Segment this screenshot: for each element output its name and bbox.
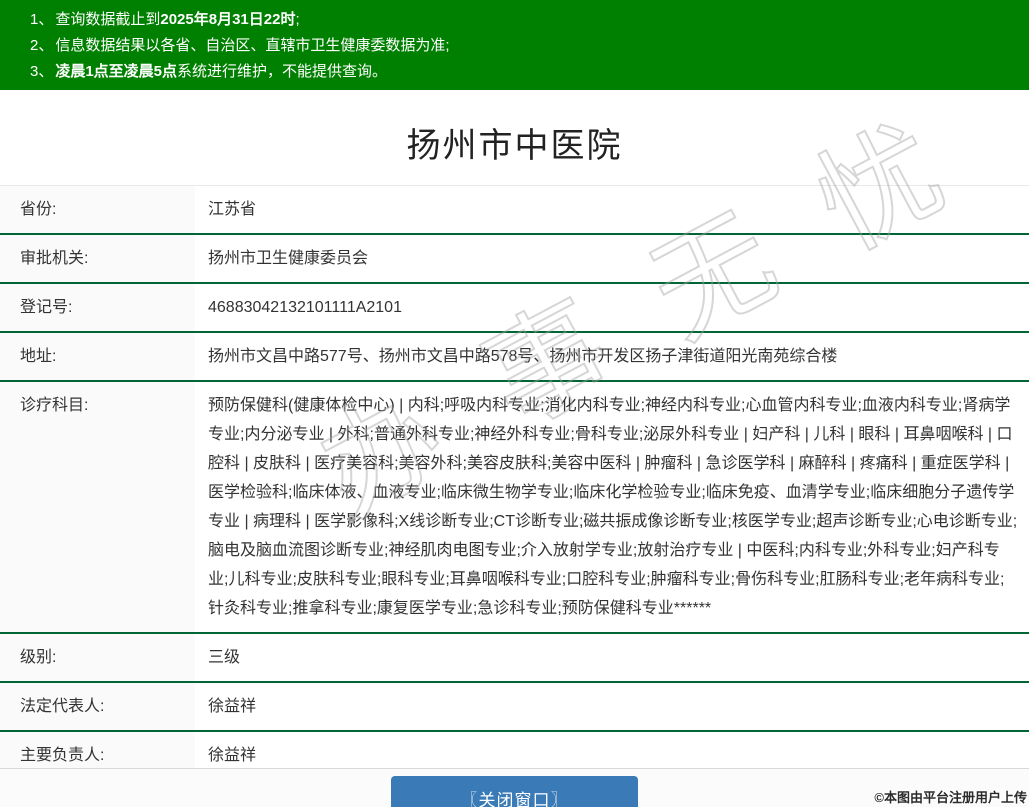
notice-number: 3、 bbox=[30, 63, 53, 80]
close-window-button[interactable]: 〖关闭窗口〗 bbox=[391, 776, 638, 807]
row-value: 46883042132101111A2101 bbox=[195, 284, 1029, 331]
table-row-address: 地址: 扬州市文昌中路577号、扬州市文昌中路578号、扬州市开发区扬子津街道阳… bbox=[0, 333, 1029, 382]
notice-number: 1、 bbox=[30, 11, 53, 28]
row-value: 三级 bbox=[195, 634, 1029, 681]
row-label: 级别: bbox=[0, 634, 195, 681]
notice-line-2: 2、信息数据结果以各省、自治区、直辖市卫生健康委数据为准; bbox=[30, 33, 1019, 59]
row-label: 法定代表人: bbox=[0, 683, 195, 730]
notice-text-post: ; bbox=[295, 11, 299, 28]
table-row-registration-number: 登记号: 46883042132101111A2101 bbox=[0, 284, 1029, 333]
hospital-title: 扬州市中医院 bbox=[0, 123, 1029, 169]
notice-line-3: 3、凌晨1点至凌晨5点系统进行维护，不能提供查询。 bbox=[30, 59, 1019, 85]
notice-text: 查询数据截止到 bbox=[55, 11, 160, 28]
row-label: 省份: bbox=[0, 186, 195, 233]
row-value: 徐益祥 bbox=[195, 683, 1029, 730]
row-value: 扬州市卫生健康委员会 bbox=[195, 235, 1029, 282]
notice-text: 信息数据结果以各省、自治区、直辖市卫生健康委数据为准; bbox=[55, 37, 449, 54]
notice-banner: 1、查询数据截止到2025年8月31日22时; 2、信息数据结果以各省、自治区、… bbox=[0, 0, 1029, 90]
table-row-legal-representative: 法定代表人: 徐益祥 bbox=[0, 683, 1029, 732]
row-value: 预防保健科(健康体检中心) | 内科;呼吸内科专业;消化内科专业;神经内科专业;… bbox=[195, 382, 1029, 632]
row-value: 江苏省 bbox=[195, 186, 1029, 233]
row-label: 诊疗科目: bbox=[0, 382, 195, 632]
notice-number: 2、 bbox=[30, 37, 53, 54]
query-result-page: 1、查询数据截止到2025年8月31日22时; 2、信息数据结果以各省、自治区、… bbox=[0, 0, 1029, 807]
row-label: 登记号: bbox=[0, 284, 195, 331]
table-row-approval-authority: 审批机关: 扬州市卫生健康委员会 bbox=[0, 235, 1029, 284]
table-row-medical-subjects: 诊疗科目: 预防保健科(健康体检中心) | 内科;呼吸内科专业;消化内科专业;神… bbox=[0, 382, 1029, 634]
table-row-province: 省份: 江苏省 bbox=[0, 186, 1029, 235]
upload-credit: ©本图由平台注册用户上传 bbox=[874, 787, 1027, 806]
hospital-detail-table: 省份: 江苏省 审批机关: 扬州市卫生健康委员会 登记号: 4688304213… bbox=[0, 185, 1029, 779]
notice-bold-text: 凌晨1点至凌晨5点 bbox=[55, 63, 177, 80]
notice-text-post: 系统进行维护，不能提供查询。 bbox=[177, 63, 387, 80]
row-label: 地址: bbox=[0, 333, 195, 380]
notice-bold-text: 2025年8月31日22时 bbox=[160, 11, 295, 28]
table-row-level: 级别: 三级 bbox=[0, 634, 1029, 683]
notice-line-1: 1、查询数据截止到2025年8月31日22时; bbox=[30, 7, 1019, 33]
row-value: 扬州市文昌中路577号、扬州市文昌中路578号、扬州市开发区扬子津街道阳光南苑综… bbox=[195, 333, 1029, 380]
row-label: 审批机关: bbox=[0, 235, 195, 282]
